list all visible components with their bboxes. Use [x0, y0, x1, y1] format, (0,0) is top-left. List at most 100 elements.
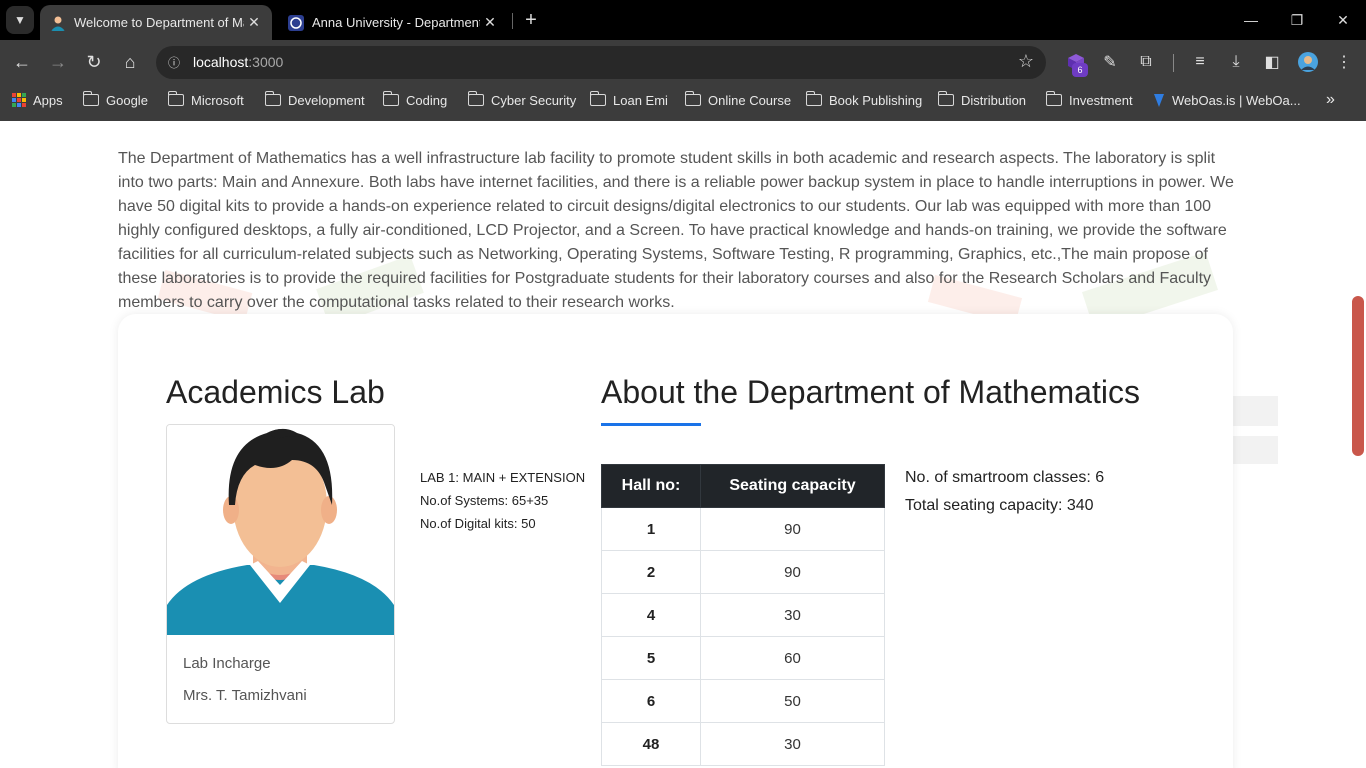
bookmark-label: Development — [288, 92, 365, 108]
favicon-university-icon — [288, 14, 304, 31]
bookmark-label: Apps — [33, 92, 63, 108]
restore-button[interactable]: ❐ — [1274, 0, 1320, 40]
bookmark-label: Online Course — [708, 92, 792, 108]
url-port: :3000 — [248, 54, 284, 70]
new-tab-button[interactable]: + — [520, 9, 542, 31]
tab-search-button[interactable]: ▼ — [6, 6, 34, 34]
seating-capacity: 60 — [700, 636, 885, 680]
bookmark-distribution[interactable]: Distribution — [937, 85, 1027, 115]
table-row: 48 30 — [601, 722, 885, 766]
tab-welcome[interactable]: Welcome to Department of Mathematics ✕ — [40, 5, 272, 40]
bookmark-apps[interactable]: Apps — [12, 85, 63, 115]
reload-button[interactable]: ↻ — [80, 48, 108, 76]
extensions-puzzle-icon[interactable]: ⧉ — [1134, 50, 1158, 74]
back-arrow-icon: ← — [13, 51, 31, 72]
bookmark-book-publishing[interactable]: Book Publishing — [805, 85, 922, 115]
home-button[interactable]: ⌂ — [116, 48, 144, 76]
close-icon[interactable]: ✕ — [244, 14, 264, 31]
bookmark-label: Google — [106, 92, 148, 108]
folder-icon — [684, 91, 701, 106]
scrollbar-thumb[interactable] — [1352, 296, 1364, 456]
hall-capacity-table: Hall no: Seating capacity 1 90 2 90 4 30 56… — [601, 464, 885, 766]
bookmark-cyber-security[interactable]: Cyber Security — [467, 85, 576, 115]
bookmark-coding[interactable]: Coding — [382, 85, 448, 115]
hall-number: 5 — [601, 636, 701, 680]
folder-icon — [167, 91, 184, 106]
bookmark-weboas[interactable]: WebOas.is | WebOa... — [1152, 85, 1301, 115]
bookmark-loan-emi[interactable]: Loan Emi — [589, 85, 668, 115]
folder-icon — [937, 91, 954, 106]
star-icon[interactable]: ☆ — [1018, 51, 1034, 72]
table-row: 1 90 — [601, 507, 885, 551]
tab-title: Welcome to Department of Mathematics — [74, 15, 244, 30]
title-underline — [601, 423, 701, 426]
bookmark-label: WebOas.is | WebOa... — [1172, 92, 1301, 108]
folder-icon — [82, 91, 99, 106]
folder-icon — [1045, 91, 1062, 106]
table-header-row: Hall no: Seating capacity — [601, 464, 885, 508]
more-bookmarks-button[interactable]: » — [1326, 85, 1335, 115]
about-title: About the Department of Mathematics — [601, 374, 1140, 410]
chevron-down-icon: ▼ — [14, 13, 26, 27]
bookmark-online-course[interactable]: Online Course — [684, 85, 792, 115]
bookmark-investment[interactable]: Investment — [1045, 85, 1133, 115]
eyedropper-icon[interactable]: ✎ — [1098, 50, 1122, 74]
tab-separator — [512, 13, 513, 29]
apps-grid-icon — [12, 93, 26, 107]
intro-paragraph: The Department of Mathematics has a well… — [118, 150, 1234, 311]
hall-number: 6 — [601, 679, 701, 723]
browser-toolbar: ← → ↻ ⌂ ⓘ localhost:3000 ☆ ✎ ⧉ ≡ ⤓ ◧ ⋮ — [0, 40, 1366, 85]
background-decoration — [1230, 436, 1278, 464]
weboas-logo-icon — [1154, 94, 1164, 107]
bookmark-label: Loan Emi — [613, 92, 668, 108]
bookmark-label: Coding — [406, 92, 448, 108]
folder-icon — [264, 91, 281, 106]
back-button[interactable]: ← — [8, 48, 36, 76]
bookmarks-bar: Apps Google Microsoft Development Coding… — [0, 85, 1366, 121]
close-icon[interactable]: ✕ — [480, 14, 500, 31]
info-icon[interactable]: ⓘ — [164, 52, 184, 72]
lab-info-card: Academics Lab Lab Incharge Mrs. T. Tamiz… — [118, 314, 1233, 768]
bookmark-development[interactable]: Development — [264, 85, 365, 115]
address-bar[interactable]: ⓘ localhost:3000 ☆ — [156, 46, 1046, 79]
hall-number: 1 — [601, 507, 701, 551]
close-window-button[interactable]: ✕ — [1320, 0, 1366, 40]
profile-avatar[interactable] — [1296, 50, 1320, 74]
extension-badge: 6 — [1072, 63, 1088, 77]
side-panel-icon[interactable]: ◧ — [1260, 50, 1284, 74]
lab-systems-count: No.of Systems: 65+35 — [420, 493, 549, 508]
url-text[interactable]: localhost:3000 — [193, 54, 283, 70]
bookmark-microsoft[interactable]: Microsoft — [167, 85, 244, 115]
tab-anna-university[interactable]: Anna University - Department of Mathemat… — [278, 5, 508, 40]
download-icon[interactable]: ⤓ — [1224, 50, 1248, 74]
media-queue-icon[interactable]: ≡ — [1188, 50, 1212, 74]
bookmark-label: Distribution — [961, 92, 1027, 108]
folder-icon — [805, 91, 822, 106]
table-row: 5 60 — [601, 636, 885, 680]
lab-incharge-name: Mrs. T. Tamizhvani — [183, 687, 307, 704]
bookmark-label: Microsoft — [191, 92, 244, 108]
hall-number: 2 — [601, 550, 701, 594]
forward-button[interactable]: → — [44, 48, 72, 76]
column-header-hall: Hall no: — [601, 464, 701, 508]
favicon-person-icon — [51, 16, 65, 31]
seating-capacity: 50 — [700, 679, 885, 723]
background-decoration — [1230, 396, 1278, 426]
smartroom-count: No. of smartroom classes: 6 — [905, 469, 1105, 486]
person-avatar-illustration — [167, 425, 394, 635]
seating-capacity: 30 — [700, 722, 885, 766]
minimize-button[interactable]: — — [1228, 0, 1274, 40]
close-icon: ✕ — [1337, 11, 1349, 28]
forward-arrow-icon: → — [49, 51, 67, 72]
lab-digital-kits: No.of Digital kits: 50 — [420, 516, 536, 531]
column-header-capacity: Seating capacity — [700, 464, 885, 508]
menu-kebab-icon[interactable]: ⋮ — [1332, 50, 1356, 74]
seating-capacity: 30 — [700, 593, 885, 637]
url-host: localhost — [193, 54, 249, 70]
home-icon: ⌂ — [124, 51, 136, 72]
total-seating: Total seating capacity: 340 — [905, 497, 1094, 514]
bookmark-google[interactable]: Google — [82, 85, 148, 115]
table-row: 4 30 — [601, 593, 885, 637]
seating-capacity: 90 — [700, 550, 885, 594]
double-chevron-icon: » — [1326, 91, 1335, 108]
